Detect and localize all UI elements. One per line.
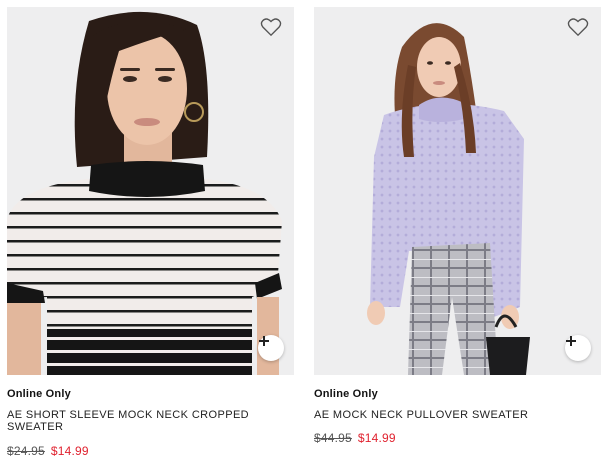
price-block: $44.95 $14.99 (314, 431, 396, 445)
sale-price: $14.99 (50, 444, 89, 458)
online-only-badge: Online Only (314, 388, 378, 400)
plus-icon (566, 336, 576, 346)
product-name[interactable]: AE SHORT SLEEVE MOCK NECK CROPPED SWEATE… (7, 409, 277, 433)
quick-add-button[interactable] (565, 335, 591, 361)
product-image[interactable] (314, 7, 601, 375)
product-grid: Online Only AE SHORT SLEEVE MOCK NECK CR… (0, 0, 606, 464)
product-card: Online Only AE SHORT SLEEVE MOCK NECK CR… (0, 0, 296, 464)
product-image[interactable] (7, 7, 294, 375)
heart-outline-icon[interactable] (260, 17, 286, 43)
quick-add-button[interactable] (258, 335, 284, 361)
heart-outline-icon[interactable] (567, 17, 593, 43)
original-price: $44.95 (314, 431, 352, 445)
price-block: $24.95 $14.99 (7, 444, 89, 458)
sale-price: $14.99 (357, 431, 396, 445)
product-card: Online Only AE MOCK NECK PULLOVER SWEATE… (307, 0, 603, 464)
plus-icon (259, 336, 269, 346)
online-only-badge: Online Only (7, 388, 71, 400)
product-name[interactable]: AE MOCK NECK PULLOVER SWEATER (314, 409, 584, 421)
original-price: $24.95 (7, 444, 45, 458)
